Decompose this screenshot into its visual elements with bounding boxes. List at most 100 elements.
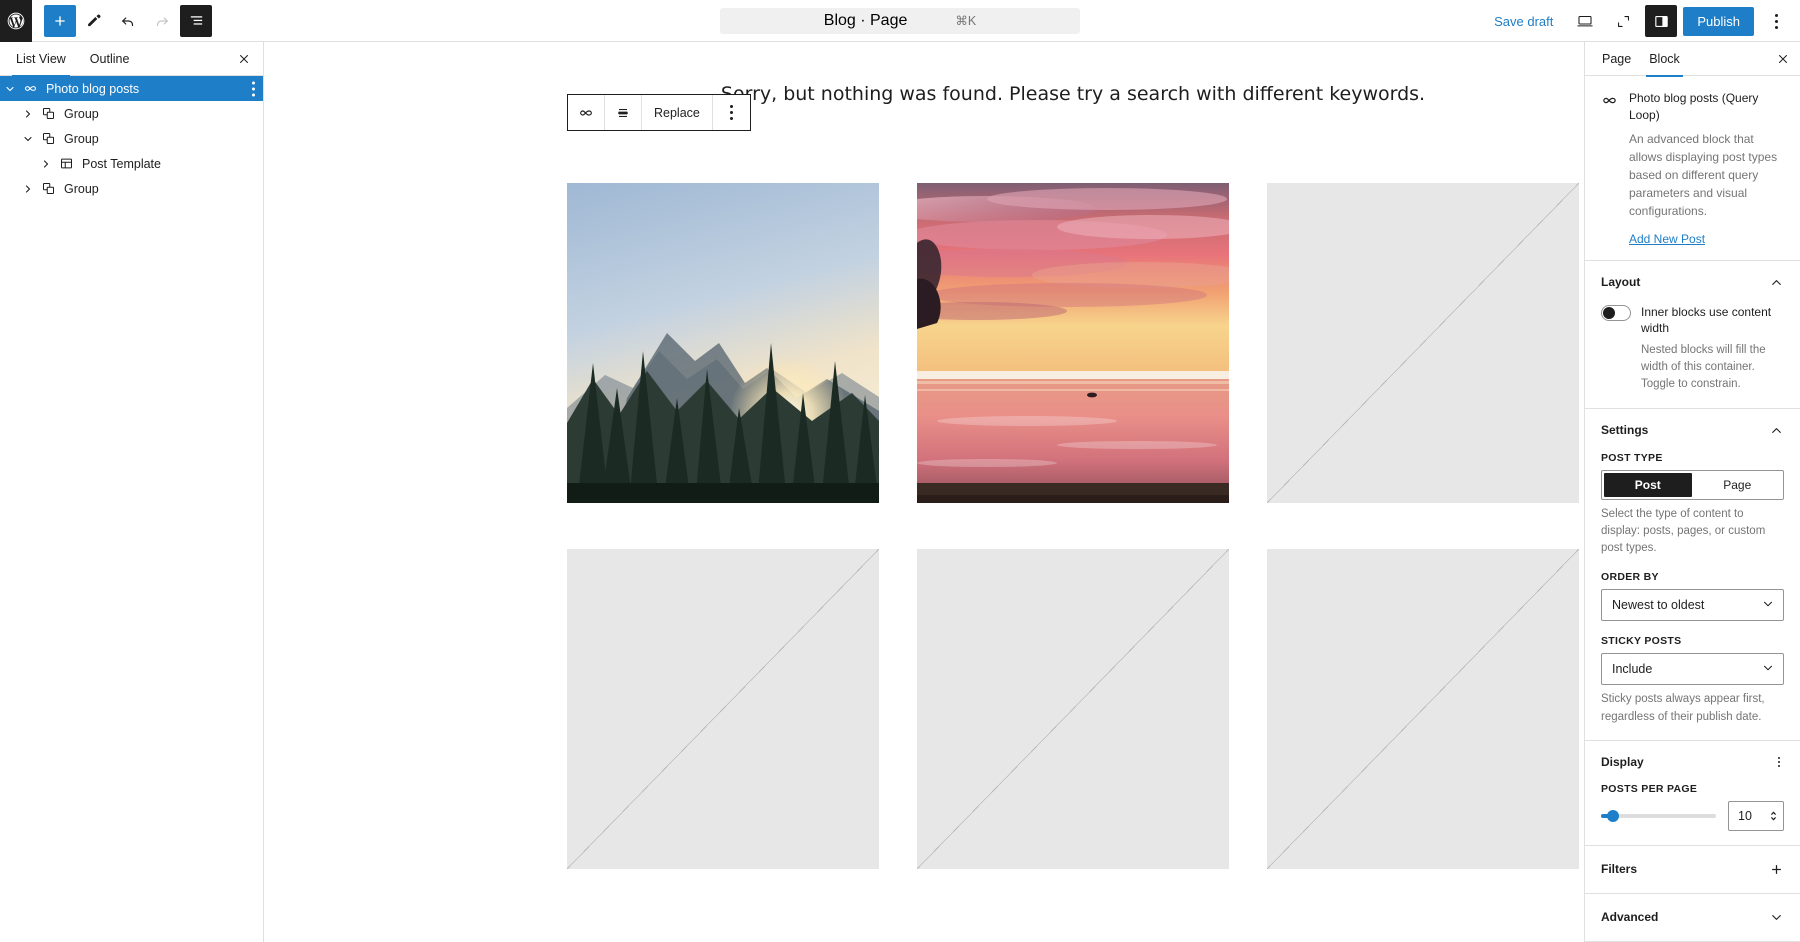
list-row-group-1[interactable]: Group [0,101,263,126]
query-loop-icon [1601,90,1619,246]
post-type-label: POST TYPE [1601,451,1663,464]
settings-panel-title: Settings [1601,423,1649,438]
command-bar-shortcut: ⌘K [955,14,977,28]
group-icon [38,131,58,146]
sticky-posts-select[interactable]: Include [1601,653,1784,686]
chevron-right-icon[interactable] [18,108,38,120]
inspector-tabs: Page Block [1585,42,1800,77]
add-block-button[interactable] [44,4,76,37]
advanced-panel-header[interactable]: Advanced [1585,894,1800,942]
list-row-label: Photo blog posts [46,81,140,96]
chevron-right-icon[interactable] [36,158,56,170]
chevron-up-icon[interactable] [1769,275,1784,290]
display-options-icon[interactable] [1774,755,1784,769]
list-row-group-3[interactable]: Group [0,176,263,201]
replace-button[interactable]: Replace [642,95,713,130]
advanced-panel-title: Advanced [1601,910,1659,925]
mountain-sunrise-photo [567,183,879,503]
block-type-query-loop-icon[interactable] [568,95,605,130]
chevron-down-icon[interactable] [18,133,38,145]
chevron-up-icon[interactable] [1769,423,1784,438]
top-bar-left-tools [32,4,212,37]
list-row-label: Group [64,106,99,121]
preview-device-button[interactable] [1569,5,1601,37]
block-card-section: Photo blog posts (Query Loop) An advance… [1585,76,1800,261]
grid-cell[interactable] [917,183,1229,503]
inner-blocks-content-width-toggle[interactable] [1601,304,1631,321]
display-panel-title: Display [1601,754,1644,769]
publish-button[interactable]: Publish [1683,6,1754,36]
list-view-rows: Photo blog posts Group Group Post Templa… [0,76,263,201]
grid-cell[interactable] [567,183,879,503]
stepper-arrows-icon[interactable] [1769,809,1778,823]
top-bar-right-tools: Save draft Publish [1484,0,1792,42]
settings-panel-header[interactable]: Settings [1601,423,1784,438]
tools-pencil-button[interactable] [78,5,110,37]
chevron-right-icon[interactable] [18,183,38,195]
command-bar-title: Blog · Page [823,11,908,29]
order-by-select[interactable]: Newest to oldest [1601,589,1784,622]
posts-per-page-label: POSTS PER PAGE [1601,782,1698,795]
order-by-label: ORDER BY [1601,571,1659,584]
align-center-icon[interactable] [605,95,642,130]
chevron-down-icon[interactable] [0,83,20,95]
list-view-tabs: List View Outline [0,42,263,77]
save-draft-button[interactable]: Save draft [1484,8,1563,35]
wordpress-logo-icon[interactable] [0,0,32,42]
order-by-value: Newest to oldest [1612,598,1705,613]
posts-per-page-slider[interactable] [1601,808,1716,824]
posts-per-page-stepper[interactable]: 10 [1728,800,1784,831]
list-view-toggle-button[interactable] [180,4,212,37]
sticky-posts-label: STICKY POSTS [1601,635,1682,648]
list-row-label: Post Template [82,156,161,171]
chevron-down-icon [1761,597,1775,614]
group-icon [38,181,58,196]
list-row-options-icon[interactable] [252,81,255,96]
sticky-posts-help-text: Sticky posts always appear first, regard… [1601,693,1765,723]
block-options-icon[interactable] [713,95,750,130]
filters-panel-header[interactable]: Filters [1585,846,1800,894]
tab-block[interactable]: Block [1640,42,1689,77]
posts-per-page-value: 10 [1738,808,1752,823]
editor-workspace: List View Outline Photo blog posts Group… [0,42,1800,942]
chevron-down-icon [1761,661,1775,678]
block-toolbar: Replace [567,94,751,131]
grid-cell[interactable] [1267,183,1579,503]
grid-cell[interactable] [567,549,879,869]
layout-panel-header[interactable]: Layout [1601,275,1784,290]
list-row-group-2[interactable]: Group [0,126,263,151]
post-type-option-post[interactable]: Post [1604,472,1692,497]
list-row-photo-blog-posts[interactable]: Photo blog posts [0,76,263,101]
grid-cell[interactable] [917,549,1229,869]
post-template-grid [567,183,1579,869]
beach-sunset-photo [917,183,1229,503]
inner-blocks-content-width-label: Inner blocks use content width [1641,304,1772,335]
sticky-posts-value: Include [1612,662,1653,677]
tab-list-view[interactable]: List View [4,42,78,77]
add-new-post-link[interactable]: Add New Post [1629,232,1705,246]
grid-cell[interactable] [1267,549,1579,869]
expand-fullscreen-button[interactable] [1607,5,1639,37]
command-bar[interactable]: Blog · Page ⌘K [720,7,1080,34]
tab-page[interactable]: Page [1593,42,1640,76]
filters-panel-title: Filters [1601,862,1638,877]
tab-outline[interactable]: Outline [78,42,142,76]
layout-help-text: Nested blocks will fill the width of thi… [1641,343,1766,391]
close-list-view-icon[interactable] [233,48,255,70]
list-row-label: Group [64,131,99,146]
list-view-sidebar: List View Outline Photo blog posts Group… [0,42,264,942]
post-type-option-page[interactable]: Page [1694,473,1782,497]
editor-canvas: Replace Sorry, but nothing was found. Pl… [264,42,1584,942]
close-inspector-icon[interactable] [1772,48,1794,70]
chevron-down-icon[interactable] [1769,910,1784,925]
list-row-post-template[interactable]: Post Template [0,151,263,176]
more-options-button[interactable] [1760,5,1792,37]
settings-sidebar-toggle-button[interactable] [1645,5,1678,37]
redo-button[interactable] [146,5,178,37]
settings-panel: Settings POST TYPE Post Page Select the … [1585,409,1800,741]
undo-button[interactable] [112,5,144,37]
block-description: An advanced block that allows displaying… [1629,131,1778,218]
list-row-label: Group [64,181,99,196]
display-panel-header[interactable]: Display [1601,755,1784,769]
plus-icon[interactable] [1769,862,1784,877]
